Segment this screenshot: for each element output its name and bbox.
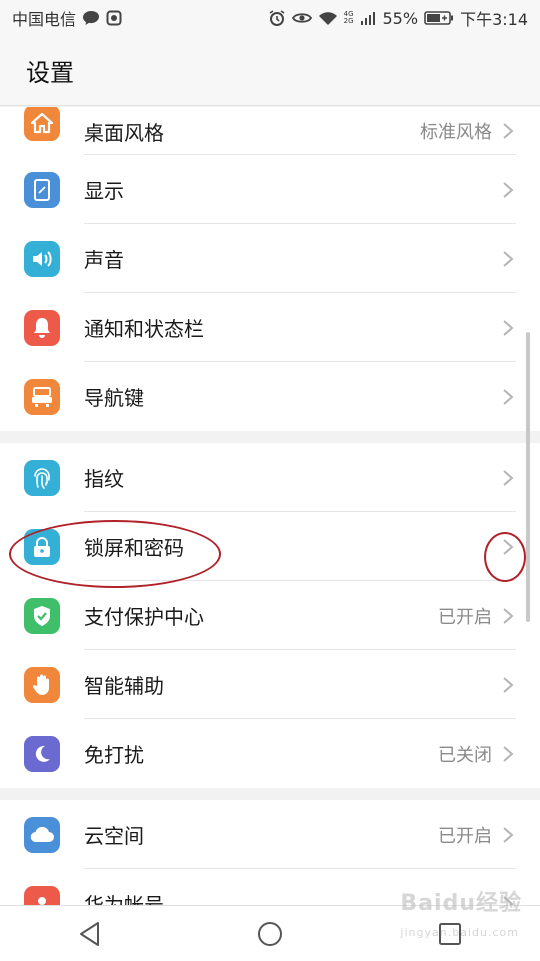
- settings-group-security: 指纹 锁屏和密码 支付保护中心 已开启 智能辅助 免打扰 已关闭: [0, 443, 540, 788]
- shield-check-icon: [24, 597, 60, 634]
- settings-item-label: 支付保护中心: [84, 605, 204, 629]
- watermark-text: Baidu经验: [400, 891, 522, 916]
- network-type-bottom: 2G: [343, 17, 354, 25]
- settings-item-label: 通知和状态栏: [84, 317, 204, 341]
- moon-icon: [24, 735, 60, 772]
- chevron-right-icon: [503, 181, 514, 198]
- chevron-right-icon: [503, 676, 514, 693]
- wifi-icon: [318, 10, 338, 26]
- settings-item-label: 智能辅助: [84, 674, 164, 698]
- settings-item-value: 已开启: [438, 606, 492, 628]
- scrollbar[interactable]: [526, 332, 530, 622]
- status-bar-right: 4G 2G 55% 下午3:14: [268, 6, 528, 30]
- settings-item-label: 华为帐号: [84, 893, 164, 905]
- settings-item-desktop-style[interactable]: 桌面风格 标准风格: [0, 107, 540, 155]
- eye-comfort-icon: [291, 11, 312, 25]
- settings-item-label: 锁屏和密码: [84, 536, 184, 560]
- back-button[interactable]: [70, 914, 110, 954]
- page-title: 设置: [26, 59, 74, 87]
- settings-item-label: 桌面风格: [84, 120, 164, 145]
- alarm-icon: [268, 9, 286, 27]
- settings-item-value: 已关闭: [438, 744, 492, 766]
- settings-item-value: 标准风格: [420, 122, 492, 143]
- settings-item-label: 声音: [84, 248, 124, 272]
- navigation-key-icon: [24, 378, 60, 415]
- settings-list[interactable]: 桌面风格 标准风格 显示 声音 通知和状态栏 导航键 指纹 锁屏和密码 支付保护…: [0, 107, 540, 905]
- chevron-right-icon: [503, 745, 514, 762]
- hand-icon: [24, 666, 60, 703]
- chevron-right-icon: [503, 826, 514, 843]
- settings-item-navigation-keys[interactable]: 导航键: [0, 362, 540, 431]
- bell-icon: [24, 309, 60, 346]
- chevron-right-icon: [503, 123, 514, 139]
- battery-percent: 55%: [382, 8, 419, 28]
- settings-item-label: 导航键: [84, 386, 144, 410]
- home-circle-icon: [258, 921, 282, 946]
- settings-item-cloud[interactable]: 云空间 已开启: [0, 800, 540, 869]
- home-button[interactable]: [250, 914, 290, 954]
- chevron-right-icon: [503, 469, 514, 486]
- message-icon: [82, 10, 100, 26]
- settings-item-fingerprint[interactable]: 指纹: [0, 443, 540, 512]
- lock-icon: [24, 528, 60, 565]
- settings-item-label: 云空间: [84, 824, 144, 848]
- chevron-right-icon: [503, 250, 514, 267]
- chevron-right-icon: [503, 607, 514, 624]
- fingerprint-icon: [24, 459, 60, 496]
- settings-item-payment-protection[interactable]: 支付保护中心 已开启: [0, 581, 540, 650]
- group-gap: [0, 788, 540, 800]
- clock: 下午3:14: [460, 10, 528, 29]
- watermark: Baidu经验 jingyan.baidu.com: [400, 885, 522, 942]
- display-icon: [24, 171, 60, 208]
- settings-item-value: 已开启: [438, 825, 492, 847]
- settings-item-label: 免打扰: [84, 743, 144, 767]
- status-bar: 中国电信 4G 2G 55% 下午3:14: [0, 0, 540, 36]
- cloud-icon: [24, 816, 60, 853]
- settings-item-lock-screen-password[interactable]: 锁屏和密码: [0, 512, 540, 581]
- signal-bars-icon: [360, 11, 377, 25]
- group-gap: [0, 431, 540, 443]
- home-icon: [24, 107, 60, 141]
- app-header: 设置: [0, 36, 540, 106]
- battery-charging-icon: [424, 11, 454, 25]
- speaker-icon: [24, 240, 60, 277]
- watermark-subtext: jingyan.baidu.com: [400, 926, 519, 939]
- app-notification-icon: [106, 10, 122, 26]
- back-triangle-icon: [80, 921, 99, 946]
- settings-item-do-not-disturb[interactable]: 免打扰 已关闭: [0, 719, 540, 788]
- settings-item-sound[interactable]: 声音: [0, 224, 540, 293]
- signal-icon: 4G 2G: [344, 11, 354, 25]
- settings-item-label: 指纹: [84, 467, 124, 491]
- status-bar-left: 中国电信: [12, 6, 122, 30]
- settings-item-label: 显示: [84, 179, 124, 203]
- settings-group-personalization: 桌面风格 标准风格 显示 声音 通知和状态栏 导航键: [0, 107, 540, 431]
- settings-item-notifications[interactable]: 通知和状态栏: [0, 293, 540, 362]
- carrier-name: 中国电信: [12, 10, 77, 29]
- settings-item-smart-assistance[interactable]: 智能辅助: [0, 650, 540, 719]
- settings-item-display[interactable]: 显示: [0, 155, 540, 224]
- chevron-right-icon: [503, 319, 514, 336]
- chevron-right-icon: [503, 538, 514, 555]
- account-icon: [24, 885, 60, 905]
- chevron-right-icon: [503, 388, 514, 405]
